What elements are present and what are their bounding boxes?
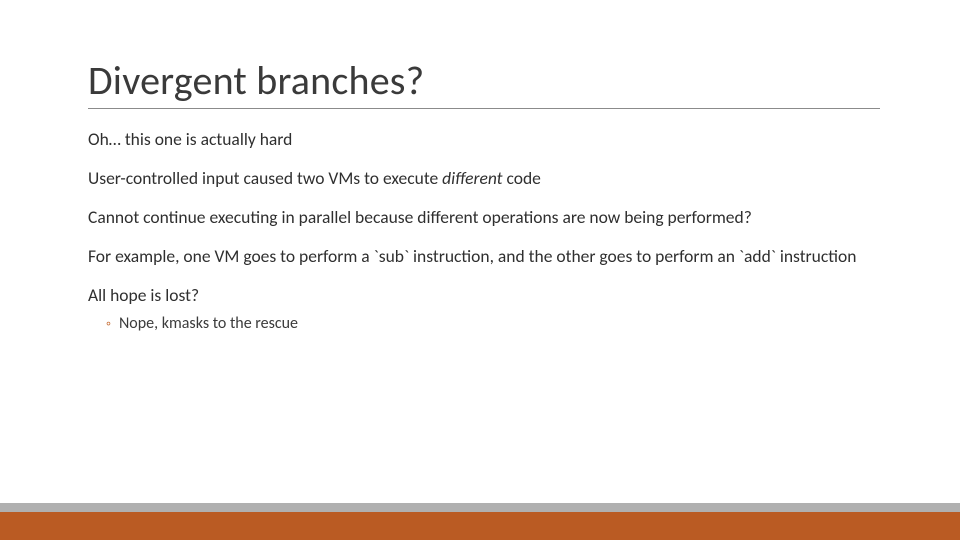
paragraph-2-emph: different	[442, 167, 502, 189]
paragraph-3: Cannot continue executing in parallel be…	[88, 207, 880, 229]
footer-shadow	[0, 503, 960, 512]
slide: Divergent branches? Oh… this one is actu…	[0, 0, 960, 540]
paragraph-2-pre: User-controlled input caused two VMs to …	[88, 167, 442, 189]
slide-title: Divergent branches?	[88, 60, 880, 109]
sub-bullet-1: ◦ Nope, kmasks to the rescue	[88, 314, 880, 334]
slide-body: Oh… this one is actually hard User-contr…	[88, 129, 880, 334]
footer-bar	[0, 512, 960, 540]
bullet-icon: ◦	[106, 314, 111, 334]
paragraph-4: For example, one VM goes to perform a `s…	[88, 246, 880, 268]
paragraph-2: User-controlled input caused two VMs to …	[88, 168, 880, 190]
sub-bullet-1-text: Nope, kmasks to the rescue	[119, 314, 298, 333]
paragraph-2-post: code	[503, 167, 541, 189]
paragraph-1: Oh… this one is actually hard	[88, 129, 880, 151]
paragraph-5: All hope is lost?	[88, 285, 880, 307]
